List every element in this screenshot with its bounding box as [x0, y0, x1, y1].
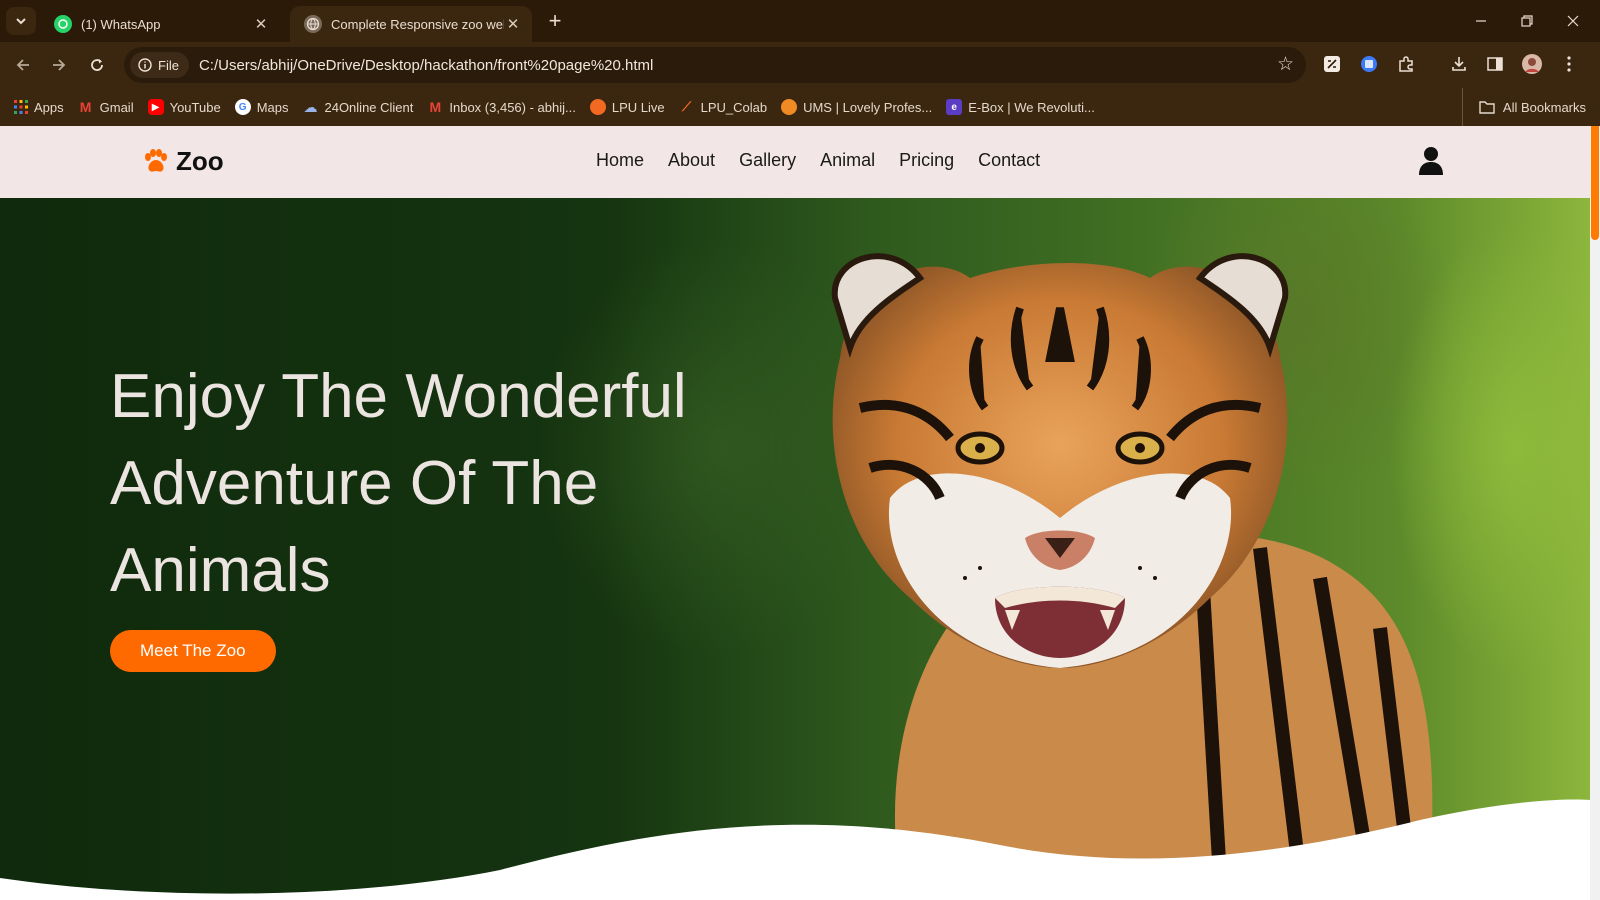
extension-icon[interactable] — [1320, 52, 1344, 76]
restore-button[interactable] — [1504, 0, 1550, 42]
nav-contact[interactable]: Contact — [978, 150, 1040, 171]
translate-extension-icon[interactable] — [1357, 52, 1381, 76]
bookmark-star-icon[interactable]: ☆ — [1277, 53, 1294, 76]
bookmark-label: 24Online Client — [324, 99, 414, 115]
tab-title: (1) WhatsApp — [81, 16, 161, 32]
user-icon[interactable] — [1418, 146, 1444, 176]
bookmark-gmail[interactable]: M Gmail — [78, 99, 134, 115]
youtube-icon: ▶ — [147, 99, 164, 115]
bookmark-24online[interactable]: ☁ 24Online Client — [302, 99, 413, 115]
folder-icon — [1479, 101, 1495, 114]
web-page: Zoo Home About Gallery Animal Pricing Co… — [0, 126, 1590, 900]
profile-avatar[interactable] — [1520, 52, 1544, 76]
restore-icon — [1521, 15, 1533, 27]
bookmark-maps[interactable]: G Maps — [234, 99, 289, 115]
nav-pricing[interactable]: Pricing — [899, 150, 954, 171]
globe-icon — [304, 15, 322, 33]
site-chip-label: File — [158, 57, 179, 73]
google-icon: G — [234, 99, 251, 115]
ums-icon — [781, 99, 798, 115]
bookmark-label: LPU_Colab — [700, 99, 768, 115]
whatsapp-icon — [54, 15, 72, 33]
bookmark-label: E-Box | We Revoluti... — [968, 99, 1095, 115]
ebox-icon: e — [946, 99, 963, 115]
main-nav: Home About Gallery Animal Pricing Contac… — [596, 150, 1040, 171]
browser-toolbar: File C:/Users/abhij/OneDrive/Desktop/hac… — [0, 42, 1600, 88]
nav-gallery[interactable]: Gallery — [739, 150, 796, 171]
puzzle-extensions-icon[interactable] — [1394, 52, 1418, 76]
address-bar[interactable]: File C:/Users/abhij/OneDrive/Desktop/hac… — [124, 47, 1306, 83]
bookmark-apps[interactable]: Apps — [14, 100, 64, 115]
bookmark-label: Gmail — [99, 99, 134, 115]
page-scrollbar[interactable] — [1590, 126, 1600, 900]
download-icon[interactable] — [1447, 52, 1471, 76]
tab-title: Complete Responsive zoo website — [331, 16, 504, 32]
close-icon[interactable]: ✕ — [252, 15, 270, 33]
more-menu-icon[interactable] — [1557, 52, 1581, 76]
hero-text: Enjoy The Wonderful Adventure Of The Ani… — [110, 353, 750, 672]
tab-whatsapp[interactable]: (1) WhatsApp ✕ — [40, 6, 280, 42]
bookmark-youtube[interactable]: ▶ YouTube — [147, 99, 221, 115]
reload-button[interactable] — [82, 50, 112, 80]
meet-the-zoo-button[interactable]: Meet The Zoo — [110, 630, 276, 672]
arrow-left-icon — [16, 59, 29, 71]
bookmark-label: Inbox (3,456) - abhij... — [449, 99, 576, 115]
scrollbar-thumb[interactable] — [1591, 126, 1599, 240]
minimize-button[interactable] — [1458, 0, 1504, 42]
hero-title: Enjoy The Wonderful Adventure Of The Ani… — [110, 362, 687, 605]
close-icon[interactable]: ✕ — [504, 15, 522, 33]
apps-grid-icon — [14, 100, 28, 114]
bookmark-label: LPU Live — [611, 99, 665, 115]
bookmark-lpu-colab[interactable]: ⟋ LPU_Colab — [679, 99, 768, 115]
all-bookmarks-label: All Bookmarks — [1502, 99, 1586, 115]
lpu-colab-icon: ⟋ — [682, 99, 692, 114]
browser-chrome: (1) WhatsApp ✕ Complete Responsive zoo w… — [0, 0, 1600, 126]
new-tab-button[interactable]: + — [542, 8, 568, 34]
bookmark-inbox[interactable]: M Inbox (3,456) - abhij... — [427, 99, 576, 115]
bookmark-label: YouTube — [169, 99, 221, 115]
url-text: C:/Users/abhij/OneDrive/Desktop/hackatho… — [198, 56, 654, 74]
bookmark-label: UMS | Lovely Profes... — [803, 99, 933, 115]
logo-text: Zoo — [176, 146, 224, 176]
gmail-icon: M — [79, 99, 92, 115]
bookmark-label: Apps — [34, 99, 64, 115]
bookmark-label: Maps — [256, 99, 289, 115]
lpu-live-icon — [589, 99, 606, 115]
arrow-right-icon — [53, 59, 66, 71]
site-logo[interactable]: Zoo — [142, 146, 224, 177]
nav-about[interactable]: About — [668, 150, 715, 171]
minimize-icon — [1476, 20, 1486, 22]
nav-animal[interactable]: Animal — [820, 150, 875, 171]
all-bookmarks-button[interactable]: All Bookmarks — [1461, 88, 1586, 126]
tab-search-button[interactable] — [6, 7, 36, 35]
site-info-chip[interactable]: File — [130, 52, 189, 78]
nav-home[interactable]: Home — [596, 150, 644, 171]
tab-zoo-website[interactable]: Complete Responsive zoo website ✕ — [290, 6, 532, 42]
bookmark-ums[interactable]: UMS | Lovely Profes... — [781, 99, 932, 115]
side-panel-icon[interactable] — [1483, 52, 1507, 76]
hero-section: Enjoy The Wonderful Adventure Of The Ani… — [0, 198, 1590, 900]
cloud-icon: ☁ — [303, 98, 318, 115]
wave-divider — [0, 799, 1590, 900]
tab-strip: (1) WhatsApp ✕ Complete Responsive zoo w… — [0, 0, 1600, 42]
close-icon — [1567, 15, 1579, 27]
gmail-icon: M — [429, 99, 442, 115]
bookmark-ebox[interactable]: e E-Box | We Revoluti... — [946, 99, 1095, 115]
info-icon — [138, 58, 152, 72]
back-button[interactable] — [8, 50, 38, 80]
chevron-down-icon — [16, 18, 26, 25]
bookmark-lpu-live[interactable]: LPU Live — [589, 99, 665, 115]
close-window-button[interactable] — [1550, 0, 1596, 42]
bookmarks-bar: Apps M Gmail ▶ YouTube G Maps ☁ 24Online… — [0, 88, 1600, 126]
paw-icon — [145, 148, 167, 172]
reload-icon — [91, 59, 103, 71]
site-header: Zoo Home About Gallery Animal Pricing Co… — [0, 126, 1590, 198]
forward-button[interactable] — [44, 50, 74, 80]
